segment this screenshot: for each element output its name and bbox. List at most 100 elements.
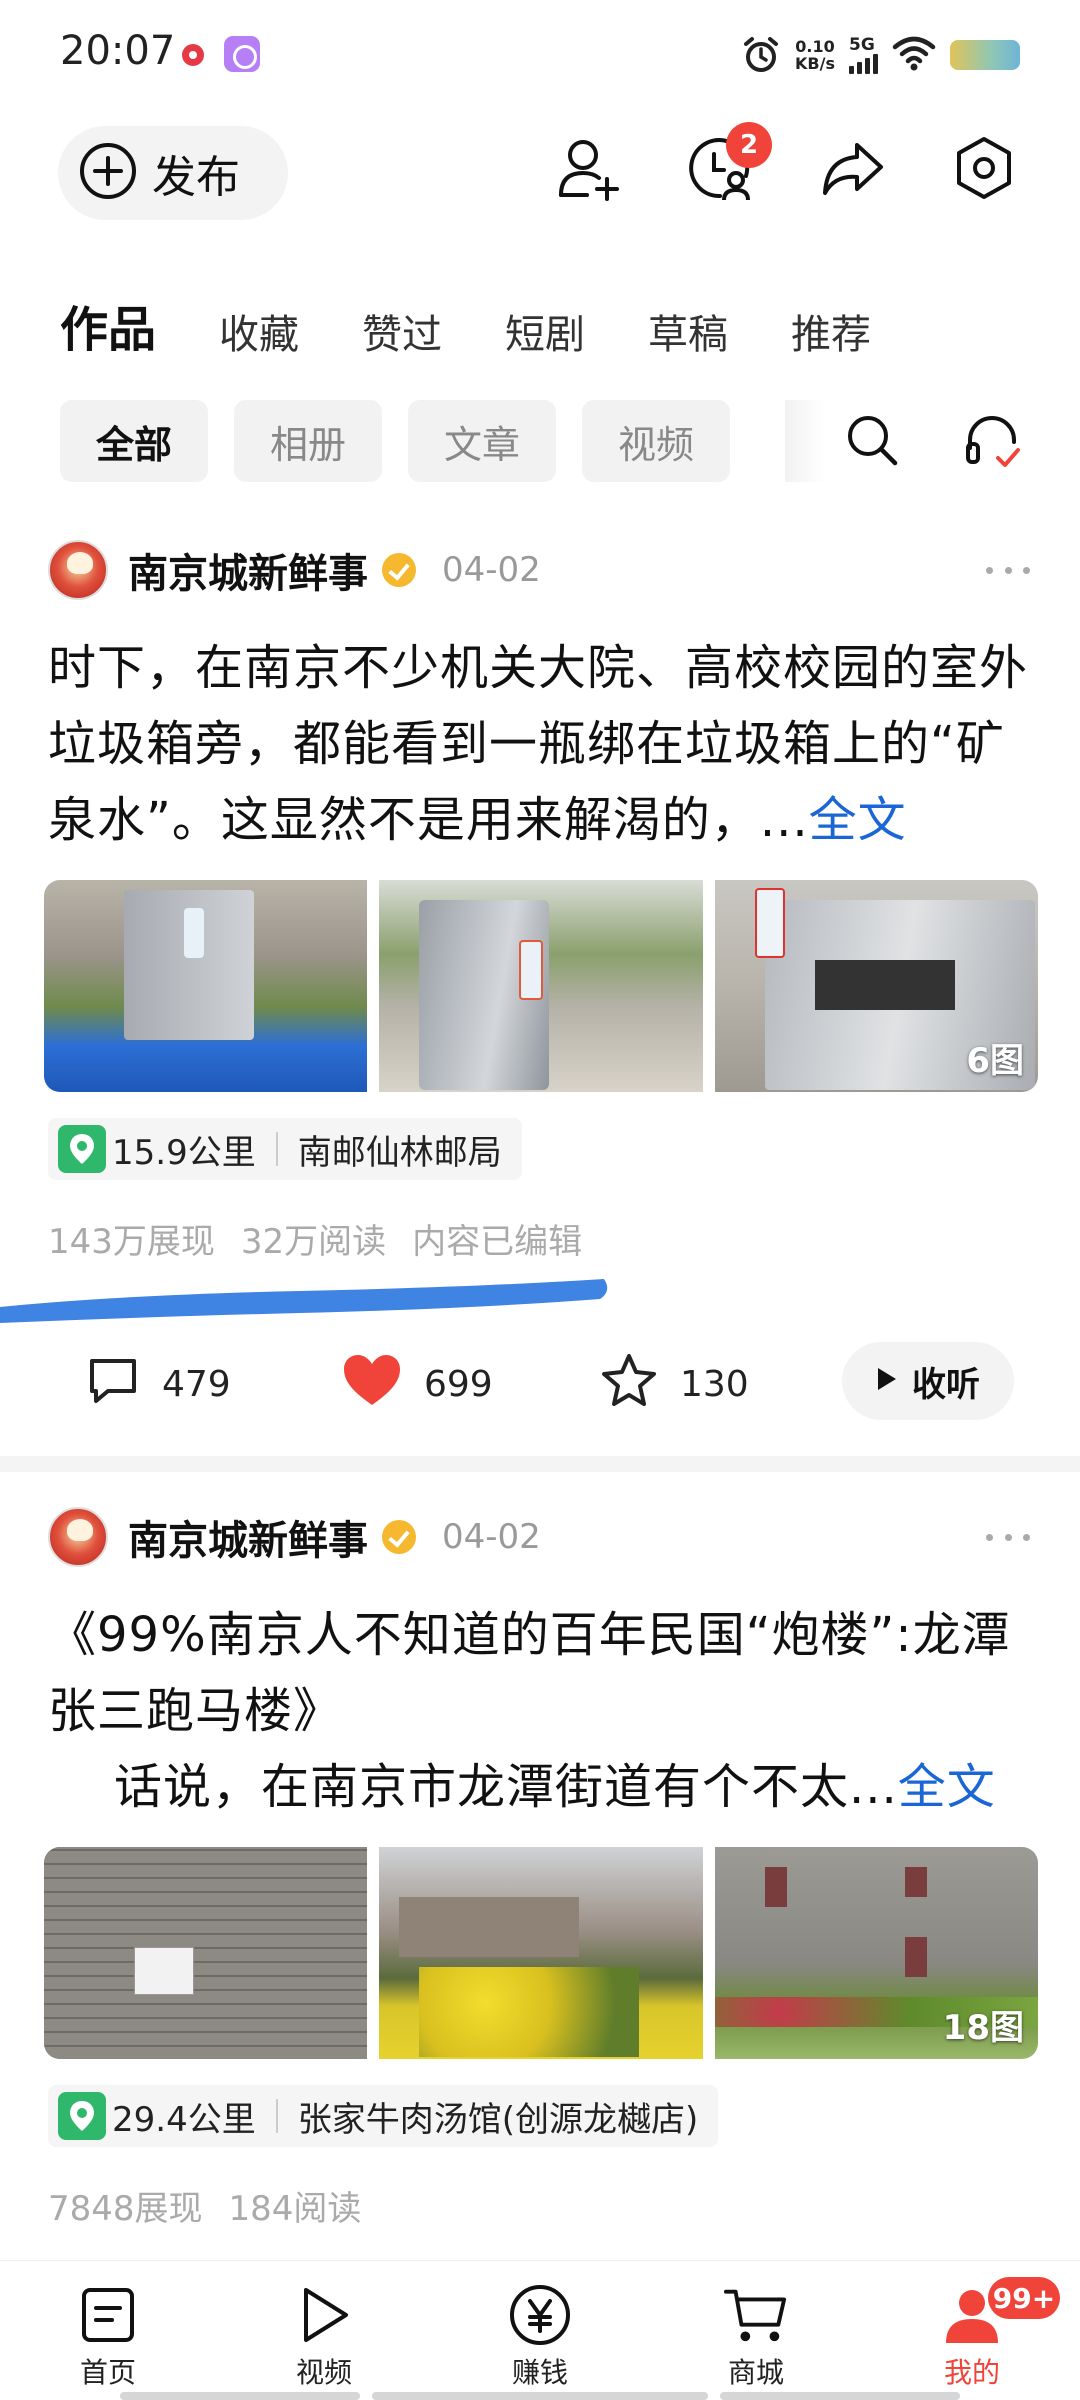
post-photo[interactable]: 18图 xyxy=(714,1847,1038,2059)
video-icon xyxy=(292,2283,356,2347)
bottom-nav: 首页 视频 赚钱 商城 我的 99+ xyxy=(0,2260,1080,2400)
like-button[interactable]: 699 xyxy=(342,1342,493,1426)
nav-earn[interactable]: 赚钱 xyxy=(470,2283,610,2391)
net-speed-value: 0.10 xyxy=(795,37,835,56)
post-stats: 143万展现 32万阅读 内容已编辑 xyxy=(48,1214,582,1263)
tab-liked[interactable]: 赞过 xyxy=(362,302,442,360)
star-icon xyxy=(600,1352,658,1417)
headphones-check-icon xyxy=(960,408,1024,476)
screen-record-icon xyxy=(182,44,204,66)
impressions-count: 143万展现 xyxy=(48,1222,215,1262)
publish-button[interactable]: 发布 xyxy=(58,126,288,220)
author-name[interactable]: 南京城新鲜事 xyxy=(128,1508,368,1566)
location-pin-icon xyxy=(58,1125,106,1173)
reads-count: 32万阅读 xyxy=(240,1222,387,1262)
nav-video[interactable]: 视频 xyxy=(254,2283,394,2391)
publish-label: 发布 xyxy=(152,152,240,203)
cart-icon xyxy=(724,2283,788,2347)
verified-badge-icon xyxy=(382,1520,416,1554)
visitor-history-button[interactable]: 2 xyxy=(680,122,772,210)
net-speed-unit: KB/s xyxy=(795,54,835,73)
network-type: 5G xyxy=(849,35,875,55)
post-actions: 479 699 130 收听 xyxy=(0,1342,1080,1426)
edited-note: 内容已编辑 xyxy=(412,1222,583,1262)
location-pin-icon xyxy=(58,2092,106,2140)
settings-hexagon-icon xyxy=(949,133,1019,207)
comment-button[interactable]: 479 xyxy=(86,1342,231,1426)
location-distance: 29.4公里 xyxy=(112,2099,256,2140)
location-tag[interactable]: 29.4公里 张家牛肉汤馆(创源龙樾店) xyxy=(48,2085,719,2147)
author-avatar[interactable] xyxy=(48,540,108,600)
heart-filled-icon xyxy=(342,1353,402,1416)
share-icon xyxy=(817,133,887,207)
home-icon xyxy=(76,2283,140,2347)
signal-icon xyxy=(849,54,878,74)
filter-album[interactable]: 相册 xyxy=(234,400,383,482)
author-name[interactable]: 南京城新鲜事 xyxy=(128,541,368,599)
app-notification-icon xyxy=(224,36,260,72)
content-tabs: 作品 收藏 赞过 短剧 草稿 推荐 xyxy=(60,290,934,360)
tab-collections[interactable]: 收藏 xyxy=(219,302,299,360)
post-excerpt: 话说，在南京市龙潭街道有个不太...全文 xyxy=(48,1749,1038,1825)
post-photo[interactable]: 6图 xyxy=(714,880,1038,1092)
add-user-icon xyxy=(553,133,623,207)
author-avatar[interactable] xyxy=(48,1507,108,1567)
status-time: 20:07 xyxy=(60,28,176,74)
photo-count: 18图 xyxy=(942,2008,1024,2048)
location-distance: 15.9公里 xyxy=(112,1132,256,1173)
gesture-bar xyxy=(372,2392,708,2400)
yen-icon xyxy=(508,2283,572,2347)
plus-circle-icon xyxy=(78,141,138,205)
fulltext-link[interactable]: 全文 xyxy=(898,1759,996,1815)
photo-count: 6图 xyxy=(966,1041,1024,1081)
more-options-icon[interactable] xyxy=(986,552,1030,588)
share-button[interactable] xyxy=(812,130,892,210)
fulltext-link[interactable]: 全文 xyxy=(809,792,907,848)
post-date: 04-02 xyxy=(442,1517,541,1557)
cellular-indicator: 5G xyxy=(849,36,878,74)
listen-list-button[interactable] xyxy=(952,402,1032,482)
post-photo[interactable] xyxy=(44,1847,368,2059)
location-name: 南邮仙林邮局 xyxy=(297,1132,502,1173)
filter-all[interactable]: 全部 xyxy=(60,400,209,482)
post-text[interactable]: 《99%南京人不知道的百年民国“炮楼”:龙潭张三跑马楼》 话说，在南京市龙潭街道… xyxy=(48,1597,1038,1825)
photo-grid: 6图 xyxy=(44,880,1038,1092)
listen-button[interactable]: 收听 xyxy=(842,1342,1014,1420)
like-count: 699 xyxy=(424,1363,493,1405)
favorite-button[interactable]: 130 xyxy=(600,1342,749,1426)
alarm-icon xyxy=(741,35,781,75)
play-icon xyxy=(876,1361,898,1401)
filter-video[interactable]: 视频 xyxy=(582,400,731,482)
favorite-count: 130 xyxy=(680,1363,749,1405)
notifications-badge: 99+ xyxy=(988,2277,1060,2319)
nav-mall[interactable]: 商城 xyxy=(686,2283,826,2391)
post-text[interactable]: 时下，在南京不少机关大院、高校校园的室外垃圾箱旁，都能看到一瓶绑在垃圾箱上的“矿… xyxy=(48,630,1038,858)
filter-article[interactable]: 文章 xyxy=(408,400,557,482)
post-header: 南京城新鲜事 04-02 xyxy=(48,1505,541,1569)
settings-button[interactable] xyxy=(944,130,1024,210)
tab-short-drama[interactable]: 短剧 xyxy=(505,302,585,360)
blue-scribble-annotation xyxy=(0,1279,608,1323)
comment-icon xyxy=(86,1355,140,1414)
post-photo[interactable] xyxy=(379,1847,703,2059)
post-date: 04-02 xyxy=(442,550,541,590)
more-options-icon[interactable] xyxy=(986,1519,1030,1555)
post-title: 《99%南京人不知道的百年民国“炮楼”:龙潭张三跑马楼》 xyxy=(48,1607,1011,1739)
search-button[interactable] xyxy=(832,402,912,482)
reads-count: 184阅读 xyxy=(228,2189,362,2229)
photo-grid: 18图 xyxy=(44,1847,1038,2059)
messages-badge: 2 xyxy=(726,122,772,168)
add-friend-button[interactable] xyxy=(548,130,628,210)
post-body: 话说，在南京市龙潭街道有个不太... xyxy=(114,1759,898,1815)
search-icon xyxy=(842,410,902,474)
impressions-count: 7848展现 xyxy=(48,2189,203,2229)
post-photo[interactable] xyxy=(44,880,368,1092)
location-tag[interactable]: 15.9公里 南邮仙林邮局 xyxy=(48,1118,522,1180)
nav-home[interactable]: 首页 xyxy=(38,2283,178,2391)
tab-drafts[interactable]: 草稿 xyxy=(648,302,728,360)
nav-profile[interactable]: 我的 99+ xyxy=(902,2277,1060,2391)
nav-profile-label: 我的 xyxy=(943,2356,1000,2389)
tab-works[interactable]: 作品 xyxy=(60,290,156,360)
post-photo[interactable] xyxy=(379,880,703,1092)
tab-recommended[interactable]: 推荐 xyxy=(791,302,871,360)
